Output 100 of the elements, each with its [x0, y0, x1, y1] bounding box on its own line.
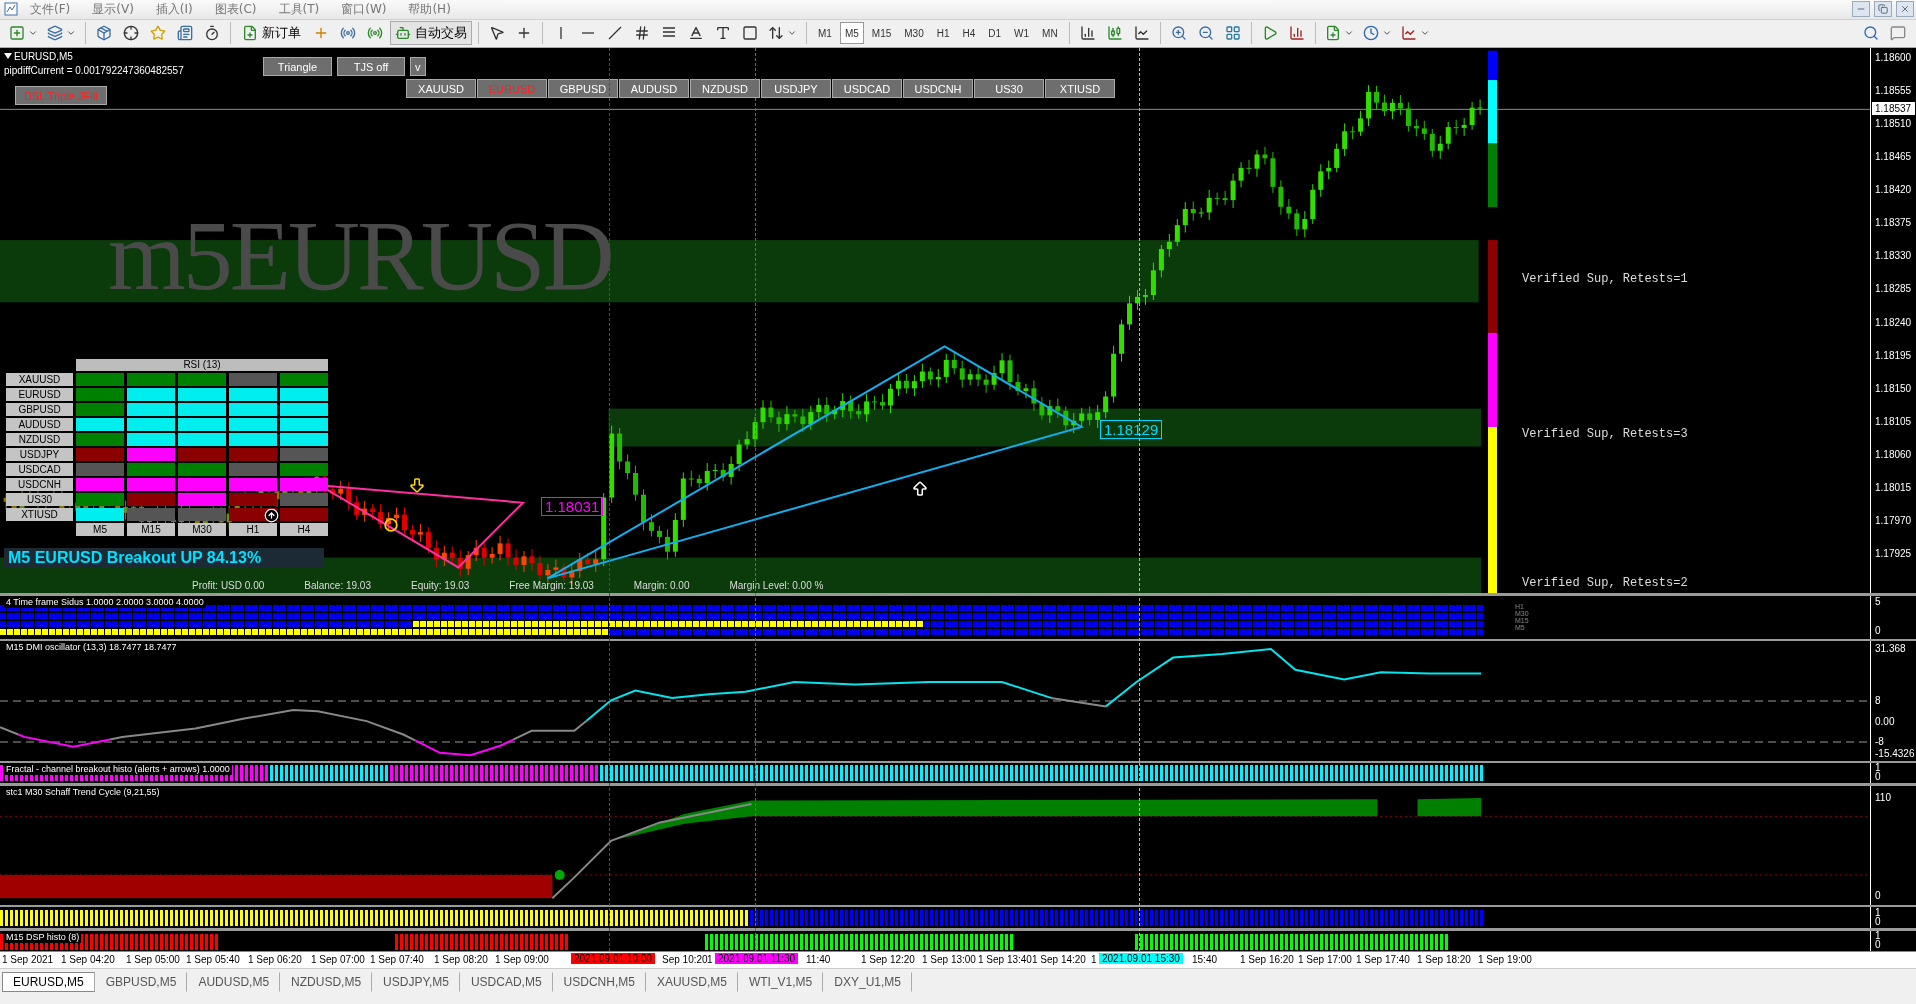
time-marker: 2021.09.01 15:30 — [1099, 953, 1183, 965]
new-order-button[interactable]: 新订单 — [237, 21, 306, 46]
symbol-button[interactable]: GBPUSD — [548, 79, 618, 99]
file-plus-icon — [242, 25, 258, 42]
chart-tab[interactable]: EURUSD,M5 — [2, 972, 95, 993]
indicator-title: Fractal - channel breakout histo (alerts + arrows) 1.0000 — [4, 764, 232, 776]
restore-icon — [1878, 4, 1888, 15]
axis-label: -8 — [1875, 736, 1884, 749]
time-tick: 1 Sep 07:00 — [311, 954, 365, 966]
account-text: Margin Level: 0.00 % — [729, 580, 824, 592]
time-tick: 1 Sep 09:00 — [495, 954, 549, 966]
time-marker: 2021.09.01 11:30 — [715, 953, 799, 965]
zoom-out-icon[interactable] — [1197, 25, 1214, 42]
line-chart-icon[interactable] — [1133, 25, 1150, 42]
current-price-label: 1.18537 — [1872, 102, 1915, 116]
symbol-button[interactable]: USDJPY — [761, 79, 831, 99]
close-button[interactable] — [1896, 1, 1914, 18]
rsi-symbol: EURUSD — [6, 388, 73, 402]
chart-symbol: EURUSD,M5 — [14, 51, 73, 63]
trend-line-icon[interactable] — [607, 25, 623, 42]
rectangle-icon[interactable] — [742, 25, 758, 42]
timeframe-button[interactable]: M5 — [839, 22, 864, 45]
time-tick: 1 Sep 13:40 — [978, 954, 1032, 966]
price-tick: 1.18510 — [1875, 117, 1913, 132]
pattern-button[interactable]: TJS off — [337, 57, 405, 77]
symbol-button[interactable]: NZDUSD — [690, 79, 760, 99]
menu-item[interactable]: 图表(C) — [204, 0, 267, 19]
symbol-button[interactable]: US30 — [974, 79, 1044, 99]
zone-label: Verified Sup, Retests=2 — [1522, 576, 1688, 591]
account-text: Balance: 19.03 — [304, 580, 371, 592]
symbol-button[interactable]: USDCAD — [832, 79, 902, 99]
new-chart-icon — [9, 25, 25, 42]
rsi-column-header: M5 — [76, 523, 124, 537]
star-icon[interactable] — [150, 25, 166, 42]
symbol-button[interactable]: XAUUSD — [406, 79, 476, 99]
indicator-title: 4 Time frame Sidus 1.0000 2.0000 3.0000 4.0000 — [4, 597, 206, 609]
menu-item[interactable]: 帮助(H) — [398, 0, 461, 19]
indicator-title: M15 DMI oscillator (13,3) 18.7477 18.7477 — [4, 642, 179, 654]
time-tick: 1 Sep 16:20 — [1240, 954, 1294, 966]
timer-icon[interactable] — [204, 25, 220, 42]
pattern-button[interactable]: Triangle — [263, 57, 332, 77]
newspaper-icon[interactable] — [177, 25, 193, 42]
candlestick-icon[interactable] — [1106, 25, 1123, 42]
axis-label: 0 — [1875, 939, 1881, 952]
auto-trading-button[interactable]: 自动交易 — [390, 21, 472, 46]
menu-item[interactable]: 文件(F) — [20, 0, 81, 19]
zoom-in-icon[interactable] — [1170, 25, 1187, 42]
symbol-button[interactable]: XTIUSD — [1045, 79, 1115, 99]
price-tick: 1.18420 — [1875, 183, 1913, 198]
arrows-icon — [768, 25, 784, 42]
time-marker: 2021.09.01 10:00 — [571, 953, 655, 965]
caret-icon[interactable] — [4, 53, 12, 60]
channel-icon[interactable] — [634, 25, 650, 42]
timeframe-button[interactable]: M30 — [899, 22, 929, 45]
search-icon[interactable] — [1863, 25, 1879, 42]
axis-label: 0.00 — [1875, 716, 1895, 729]
column-chart-icon[interactable] — [1288, 25, 1305, 42]
symbol-button[interactable]: USDCNH — [903, 79, 973, 99]
bar-chart-icon[interactable] — [1079, 25, 1096, 42]
time-tick: 1 Sep 04:20 — [61, 954, 115, 966]
menu-item[interactable]: 插入(I) — [145, 0, 203, 19]
time-tick: 1 — [707, 954, 713, 966]
axis-label: 5 — [1875, 596, 1881, 609]
chat-icon[interactable] — [1890, 25, 1906, 42]
axis-label: 31.368 — [1875, 643, 1906, 656]
time-tick: 1 Sep 05:00 — [126, 954, 180, 966]
axis-label: 1 — [1875, 930, 1881, 942]
timeframe-button[interactable]: MN — [1037, 22, 1063, 45]
symbol-button[interactable]: AUDUSD — [619, 79, 689, 99]
time-tick: 1 Sep 08:20 — [434, 954, 488, 966]
menu-item[interactable]: 窗口(W) — [331, 0, 397, 19]
pipdiff-text: pipdiffCurrent = 0.001792247360482557 — [4, 65, 184, 77]
timeframe-button[interactable]: D1 — [983, 22, 1007, 45]
pattern-button[interactable]: v — [410, 57, 426, 77]
price-tick: 1.18375 — [1875, 216, 1913, 231]
signal-banner: M5 EURUSD Breakout UP 84.13% — [4, 548, 324, 569]
timeframe-button[interactable]: M1 — [813, 22, 837, 45]
circle-marker-icon — [384, 518, 398, 533]
rsi-column-header: H4 — [280, 523, 328, 537]
rsi-title: RSI (13) — [76, 359, 328, 372]
restore-button[interactable] — [1874, 1, 1892, 18]
text-icon[interactable] — [688, 25, 704, 42]
cursor-icon[interactable] — [489, 25, 505, 42]
crosshair-target-icon[interactable] — [123, 25, 139, 42]
timeframe-button[interactable]: W1 — [1009, 22, 1035, 45]
menu-item[interactable]: 显示(V) — [82, 0, 144, 19]
chart-watermark: m5EURUSD — [108, 199, 612, 314]
price-tick: 1.18465 — [1875, 150, 1913, 165]
time-tick: 15:40 — [1192, 954, 1218, 966]
time-tick: 1 Sep 06:20 — [248, 954, 302, 966]
rsi-column-header: H1 — [229, 523, 277, 537]
text-label-icon[interactable] — [715, 25, 731, 42]
price-tick: 1.17970 — [1875, 513, 1913, 528]
timeframe-button[interactable]: M15 — [866, 22, 897, 45]
timeframe-button[interactable]: H4 — [957, 22, 981, 45]
arrow-down-icon — [408, 476, 426, 495]
price-label: 1.18129 — [1100, 420, 1163, 440]
timeframe-button[interactable]: H1 — [931, 22, 955, 45]
menu-item[interactable]: 工具(T) — [268, 0, 330, 19]
grid-icon[interactable] — [1224, 25, 1241, 42]
